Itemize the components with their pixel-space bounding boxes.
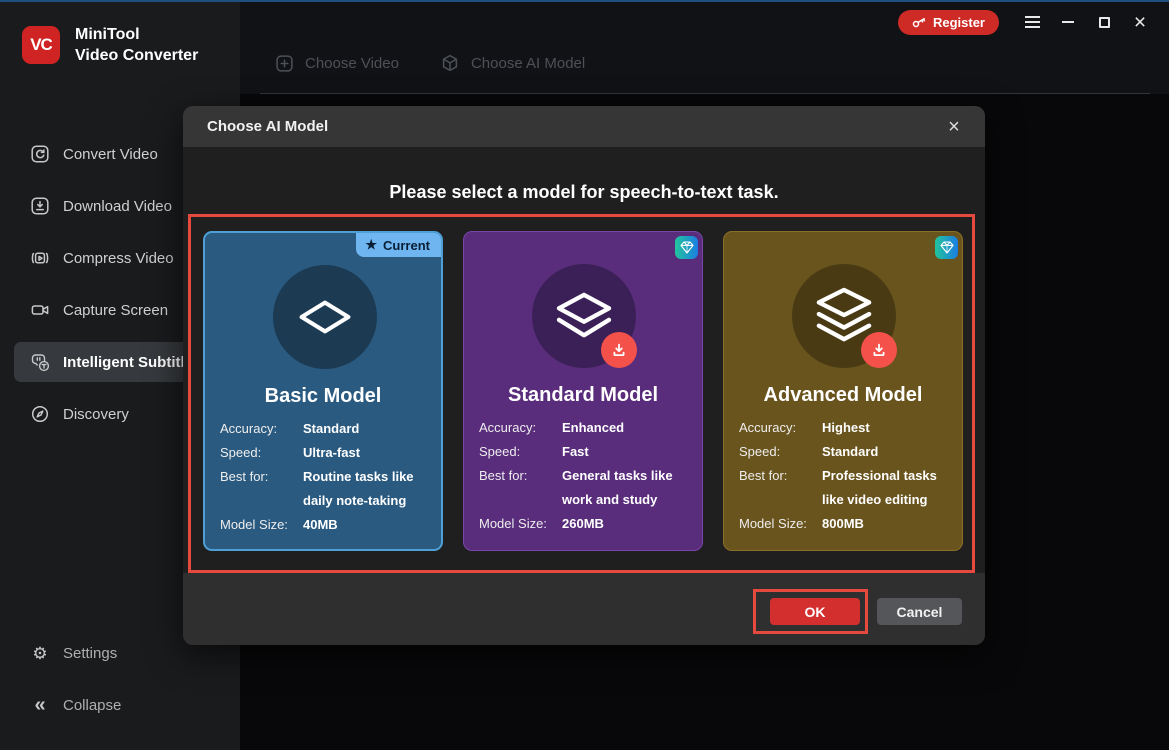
maximize-button[interactable] [1089,9,1119,35]
current-badge-label: Current [383,238,430,253]
app-logo-text: VC [30,35,52,55]
model-card-specs: Accuracy:Enhanced Speed:Fast Best for: G… [479,416,697,536]
spec-value: Highest [822,416,870,440]
dialog-title: Choose AI Model [207,118,328,135]
spec-label: Model Size: [479,512,562,536]
gear-icon: ⚙ [30,643,50,663]
premium-gem-icon [935,236,958,259]
sidebar-item-label: Convert Video [63,146,158,163]
choose-ai-model-dialog: Choose AI Model × Please select a model … [183,106,985,645]
app-title-line2: Video Converter [75,45,198,66]
premium-gem-icon [675,236,698,259]
spec-label: Speed: [479,440,562,464]
sidebar-item-label: Intelligent Subtitle [63,354,193,371]
spec-value: Enhanced [562,416,624,440]
tabs-divider [260,93,1150,94]
model-card-title: Advanced Model [724,384,962,407]
sidebar-item-label: Settings [63,645,117,662]
dialog-prompt: Please select a model for speech-to-text… [183,182,985,203]
minimize-button[interactable] [1053,9,1083,35]
register-label: Register [933,15,985,30]
spec-label: Speed: [739,440,822,464]
tab-label: Choose AI Model [471,55,585,72]
window-top-accent [0,0,1169,2]
spec-value: Fast [562,440,589,464]
model-card-specs: Accuracy:Standard Speed:Ultra-fast Best … [220,417,438,537]
collapse-icon: « [30,695,50,715]
tab-choose-ai-model[interactable]: Choose AI Model [441,54,585,72]
spec-label: Best for: [739,464,822,512]
model-card-basic[interactable]: ★ Current Basic Model Accuracy:Standard … [203,231,443,551]
model-card-specs: Accuracy:Highest Speed:Standard Best for… [739,416,957,536]
spec-label: Accuracy: [479,416,562,440]
dialog-close-icon[interactable]: × [941,114,967,140]
key-icon [912,16,926,28]
menu-icon[interactable] [1017,9,1047,35]
download-arrow-icon [611,342,627,358]
spec-value: 260MB [562,512,604,536]
spec-label: Speed: [220,441,303,465]
spec-value: General tasks likework and study [562,464,673,512]
sidebar-item-label: Discovery [63,406,129,423]
tab-choose-video[interactable]: Choose Video [276,55,399,72]
spec-label: Accuracy: [739,416,822,440]
sidebar-item-label: Compress Video [63,250,174,267]
sidebar-item-label: Download Video [63,198,172,215]
register-button[interactable]: Register [898,10,999,35]
sidebar-item-label: Collapse [63,697,121,714]
app-title-line1: MiniTool [75,24,198,45]
spec-label: Model Size: [739,512,822,536]
star-icon: ★ [365,237,377,253]
capture-icon [30,300,50,320]
model-card-title: Standard Model [464,384,702,407]
discovery-icon [30,404,50,424]
step-tabs: Choose Video Choose AI Model [276,54,585,72]
app-title: MiniTool Video Converter [75,24,198,66]
spec-value: Professional taskslike video editing [822,464,937,512]
spec-value: 40MB [303,513,338,537]
model-card-standard[interactable]: Standard Model Accuracy:Enhanced Speed:F… [463,231,703,551]
spec-value: Standard [303,417,359,441]
spec-label: Model Size: [220,513,303,537]
window-close-button[interactable]: × [1125,9,1155,35]
dialog-header: Choose AI Model × [183,106,985,147]
subtitle-icon [30,352,50,372]
app-brand: VC MiniTool Video Converter [22,24,198,66]
cube-icon [441,54,459,72]
ok-button[interactable]: OK [770,598,860,625]
basic-model-layers-icon [273,265,377,369]
spec-value: Routine tasks likedaily note-taking [303,465,414,513]
spec-value: 800MB [822,512,864,536]
compress-icon [30,248,50,268]
spec-value: Standard [822,440,878,464]
model-card-advanced[interactable]: Advanced Model Accuracy:Highest Speed:St… [723,231,963,551]
spec-value: Ultra-fast [303,441,360,465]
model-card-title: Basic Model [205,385,441,408]
spec-label: Best for: [479,464,562,512]
tab-label: Choose Video [305,55,399,72]
spec-label: Best for: [220,465,303,513]
download-model-button[interactable] [601,332,637,368]
download-model-button[interactable] [861,332,897,368]
spec-label: Accuracy: [220,417,303,441]
download-arrow-icon [871,342,887,358]
download-icon [30,196,50,216]
sidebar-item-collapse[interactable]: « Collapse [14,685,226,725]
app-logo: VC [22,26,60,64]
current-badge: ★ Current [356,233,441,257]
convert-icon [30,144,50,164]
plus-square-icon [276,55,293,72]
window-titlebar: Register × [898,9,1155,35]
dialog-footer [183,573,985,645]
cancel-button[interactable]: Cancel [877,598,962,625]
sidebar-item-label: Capture Screen [63,302,168,319]
